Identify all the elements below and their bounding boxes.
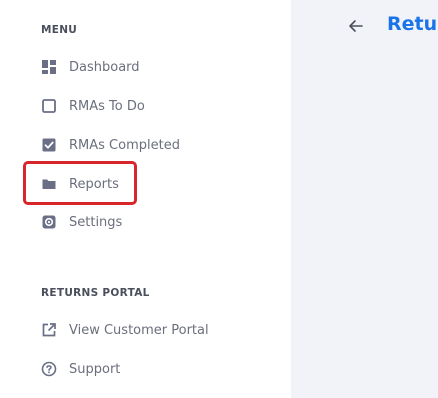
external-link-icon (41, 322, 57, 338)
sidebar-item-label: RMAs To Do (69, 98, 145, 114)
sidebar-item-support[interactable]: Support (41, 358, 120, 380)
reports-highlight-box (23, 161, 137, 205)
sidebar-item-settings[interactable]: Settings (41, 211, 122, 233)
sidebar-item-label: Settings (69, 214, 123, 230)
sidebar-item-rmas-to-do[interactable]: RMAs To Do (41, 95, 145, 117)
returns-portal-section-title: RETURNS PORTAL (41, 287, 150, 299)
sidebar-item-dashboard[interactable]: Dashboard (41, 56, 140, 78)
sidebar-item-label: View Customer Portal (69, 322, 209, 338)
sidebar-item-label: Dashboard (69, 59, 140, 75)
checkbox-empty-icon (41, 98, 57, 114)
help-circle-icon (41, 361, 57, 377)
sidebar-item-view-customer-portal[interactable]: View Customer Portal (41, 319, 209, 341)
sidebar-item-label: Support (69, 361, 121, 377)
back-arrow-icon[interactable] (346, 16, 366, 36)
sidebar: MENU Dashboard RMAs To Do RMAs Completed… (0, 0, 291, 398)
checkbox-checked-icon (41, 137, 57, 153)
dashboard-icon (41, 59, 57, 75)
sidebar-item-label: RMAs Completed (69, 137, 180, 153)
main-content: Retu (291, 0, 438, 398)
gear-icon (41, 214, 57, 230)
page-title: Retu (387, 13, 438, 35)
sidebar-item-rmas-completed[interactable]: RMAs Completed (41, 134, 180, 156)
menu-section-title: MENU (41, 24, 78, 36)
